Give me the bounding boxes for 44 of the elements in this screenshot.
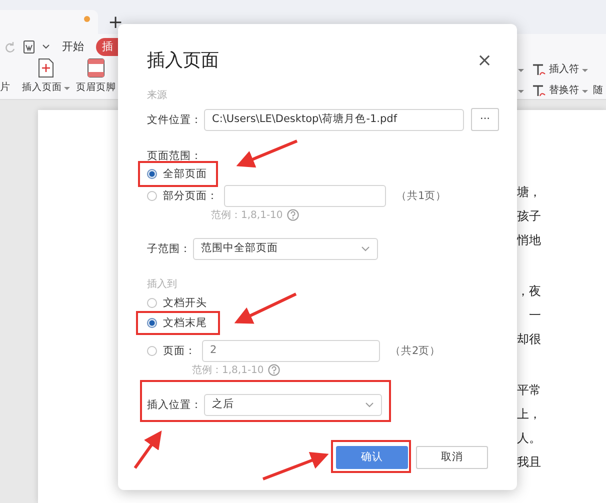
cancel-button[interactable]: 取消 — [416, 446, 488, 469]
option-label[interactable]: 部分页面： — [163, 189, 218, 203]
page-count: （共2页） — [390, 344, 441, 358]
ribbon-button[interactable]: 插入符 — [528, 62, 588, 77]
ribbon-label: 随 — [593, 84, 603, 98]
confirm-button[interactable]: 确认 — [336, 446, 408, 469]
subrange-select[interactable]: 范围中全部页面 — [193, 238, 378, 260]
position-select[interactable]: 之后 — [204, 394, 382, 416]
page-number-field[interactable]: 2 — [202, 340, 380, 362]
text-line: 上， — [517, 406, 541, 423]
page-count: （共1页） — [396, 189, 447, 203]
option-label[interactable]: 全部页面 — [163, 167, 207, 181]
ribbon-button[interactable]: 替换符 — [528, 83, 588, 98]
field-label: 插入位置： — [147, 398, 202, 412]
text-line: ，夜 — [517, 283, 541, 300]
hint-text: 范例：1,8,1-10 — [192, 364, 264, 378]
text-line: 孩子 — [517, 208, 541, 225]
field-label: 子范围： — [147, 242, 191, 256]
section-label: 来源 — [147, 89, 168, 103]
hint-text: 范例：1,8,1-10 — [211, 208, 283, 222]
ribbon-label: 片 — [0, 80, 10, 95]
select-value: 范围中全部页面 — [201, 241, 278, 256]
browse-button[interactable]: ··· — [471, 108, 499, 131]
option-label[interactable]: 文档末尾 — [163, 316, 207, 330]
file-path-field[interactable]: C:\Users\LE\Desktop\荷塘月色-1.pdf — [204, 108, 464, 130]
text-line: 一 — [529, 307, 541, 324]
text-line: 塘， — [517, 184, 541, 201]
field-label: 页面范围： — [147, 149, 203, 163]
field-label: 文件位置： — [147, 112, 202, 126]
ribbon-button[interactable]: 页眉页脚 — [76, 80, 116, 95]
text-line: 却很 — [517, 331, 541, 348]
text-line: 悄地 — [517, 232, 541, 249]
text-line: 平常 — [517, 382, 541, 399]
option-label[interactable]: 文档开头 — [163, 296, 207, 310]
ribbon-button[interactable]: 插入页面 — [22, 80, 70, 95]
text-line: 我且 — [517, 454, 541, 471]
select-value: 之后 — [212, 397, 234, 412]
section-label: 插入到 — [147, 278, 178, 292]
close-button[interactable]: × — [473, 50, 496, 72]
text-line: 人。 — [517, 430, 541, 447]
new-tab-button[interactable]: + — [108, 14, 124, 32]
menu-tab[interactable]: 开始 — [56, 38, 90, 56]
option-label[interactable]: 页面： — [163, 344, 196, 358]
dialog-title: 插入页面 — [147, 49, 219, 73]
